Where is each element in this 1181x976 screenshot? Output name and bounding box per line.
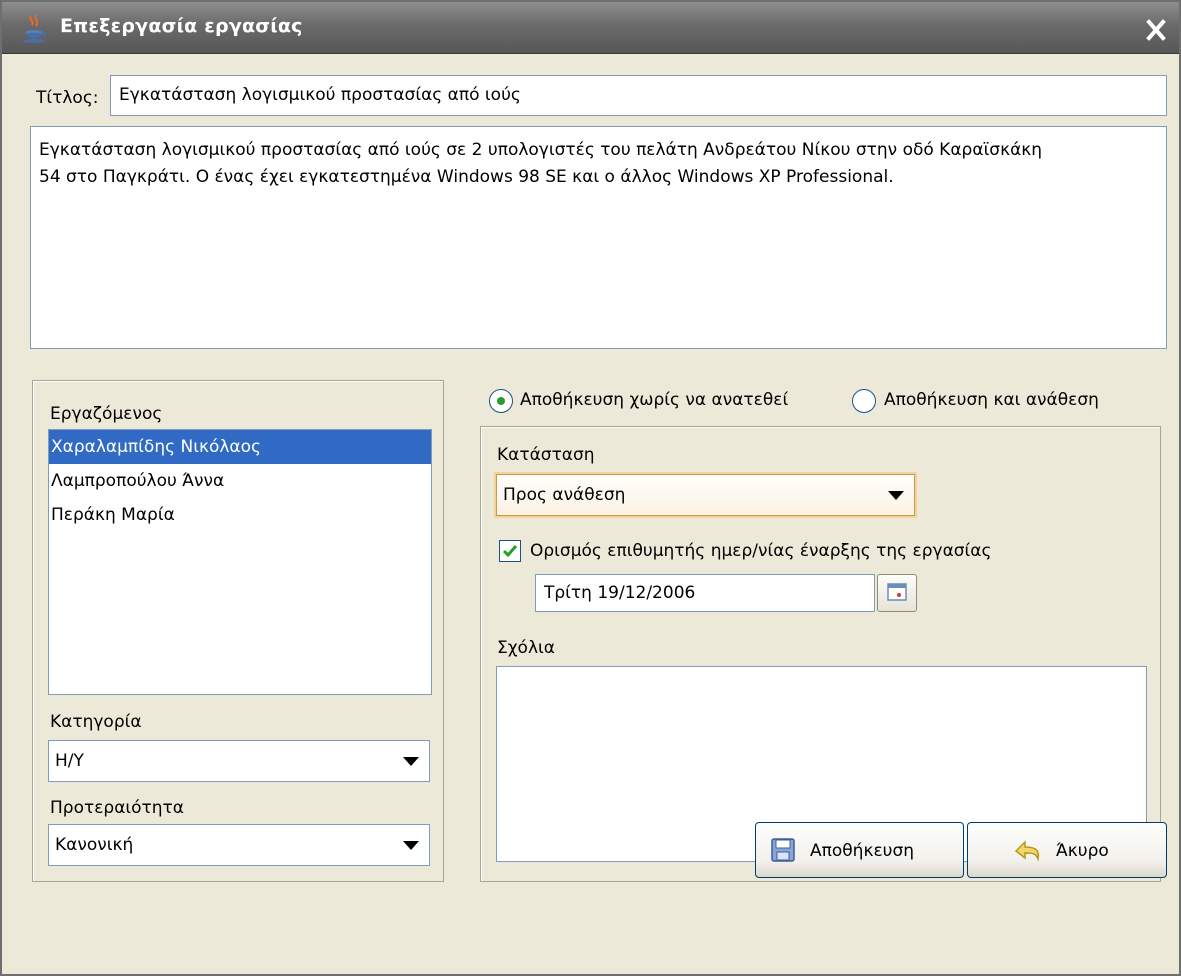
employee-label: Εργαζόμενος: [50, 404, 163, 424]
calendar-button[interactable]: [877, 574, 917, 612]
title-bar[interactable]: Επεξεργασία εργασίας: [2, 2, 1179, 54]
title-input[interactable]: Εγκατάσταση λογισμικού προστασίας από ιο…: [110, 75, 1167, 116]
start-date-checkbox[interactable]: [499, 540, 521, 562]
edit-task-dialog: Επεξεργασία εργασίας Τίτλος: Εγκατάσταση…: [0, 0, 1181, 976]
category-value: Η/Υ: [55, 751, 84, 771]
radio-save-and-assign[interactable]: [852, 389, 876, 413]
category-select[interactable]: Η/Υ: [48, 740, 430, 782]
priority-select[interactable]: Κανονική: [48, 824, 430, 866]
start-date-input[interactable]: Τρίτη 19/12/2006: [535, 574, 875, 612]
priority-value: Κανονική: [55, 835, 134, 855]
comments-label: Σχόλια: [497, 638, 555, 658]
calendar-icon: [887, 583, 907, 601]
status-label: Κατάσταση: [497, 445, 595, 465]
radio-selected-dot: [497, 397, 505, 405]
undo-arrow-icon: [1014, 840, 1040, 862]
floppy-disk-icon: [771, 838, 795, 862]
window-title: Επεξεργασία εργασίας: [60, 15, 303, 37]
status-select[interactable]: Προς ανάθεση: [496, 474, 915, 516]
chevron-down-icon: [403, 841, 419, 850]
priority-label: Προτεραιότητα: [50, 798, 184, 818]
java-cup-icon: [23, 14, 47, 43]
status-value: Προς ανάθεση: [503, 485, 626, 505]
checkmark-icon: [502, 545, 518, 558]
description-textarea[interactable]: Εγκατάσταση λογισμικού προστασίας από ιο…: [30, 126, 1167, 349]
close-icon[interactable]: [1141, 16, 1171, 44]
radio-save-no-assign-label[interactable]: Αποθήκευση χωρίς να ανατεθεί: [520, 390, 788, 410]
list-item[interactable]: Λαμπροπούλου Άννα: [49, 464, 431, 498]
cancel-button-label: Άκυρο: [1056, 841, 1109, 861]
list-item[interactable]: Περάκη Μαρία: [49, 498, 431, 532]
cancel-button[interactable]: Άκυρο: [967, 822, 1167, 878]
radio-save-no-assign[interactable]: [489, 389, 513, 413]
description-line: 54 στο Παγκράτι. Ο ένας έχει εγκατεστημέ…: [39, 167, 894, 187]
category-label: Κατηγορία: [50, 712, 142, 732]
radio-save-and-assign-label[interactable]: Αποθήκευση και ανάθεση: [884, 390, 1099, 410]
list-item[interactable]: Χαραλαμπίδης Νικόλαος: [49, 430, 431, 464]
chevron-down-icon: [888, 491, 904, 500]
save-button-label: Αποθήκευση: [810, 841, 915, 861]
start-date-checkbox-label[interactable]: Ορισμός επιθυμητής ημερ/νίας έναρξης της…: [530, 541, 992, 561]
chevron-down-icon: [403, 757, 419, 766]
employee-list[interactable]: Χαραλαμπίδης Νικόλαος Λαμπροπούλου Άννα …: [48, 429, 432, 695]
description-line: Εγκατάσταση λογισμικού προστασίας από ιο…: [39, 140, 1043, 160]
title-label: Τίτλος:: [36, 88, 99, 108]
save-button[interactable]: Αποθήκευση: [755, 822, 964, 878]
